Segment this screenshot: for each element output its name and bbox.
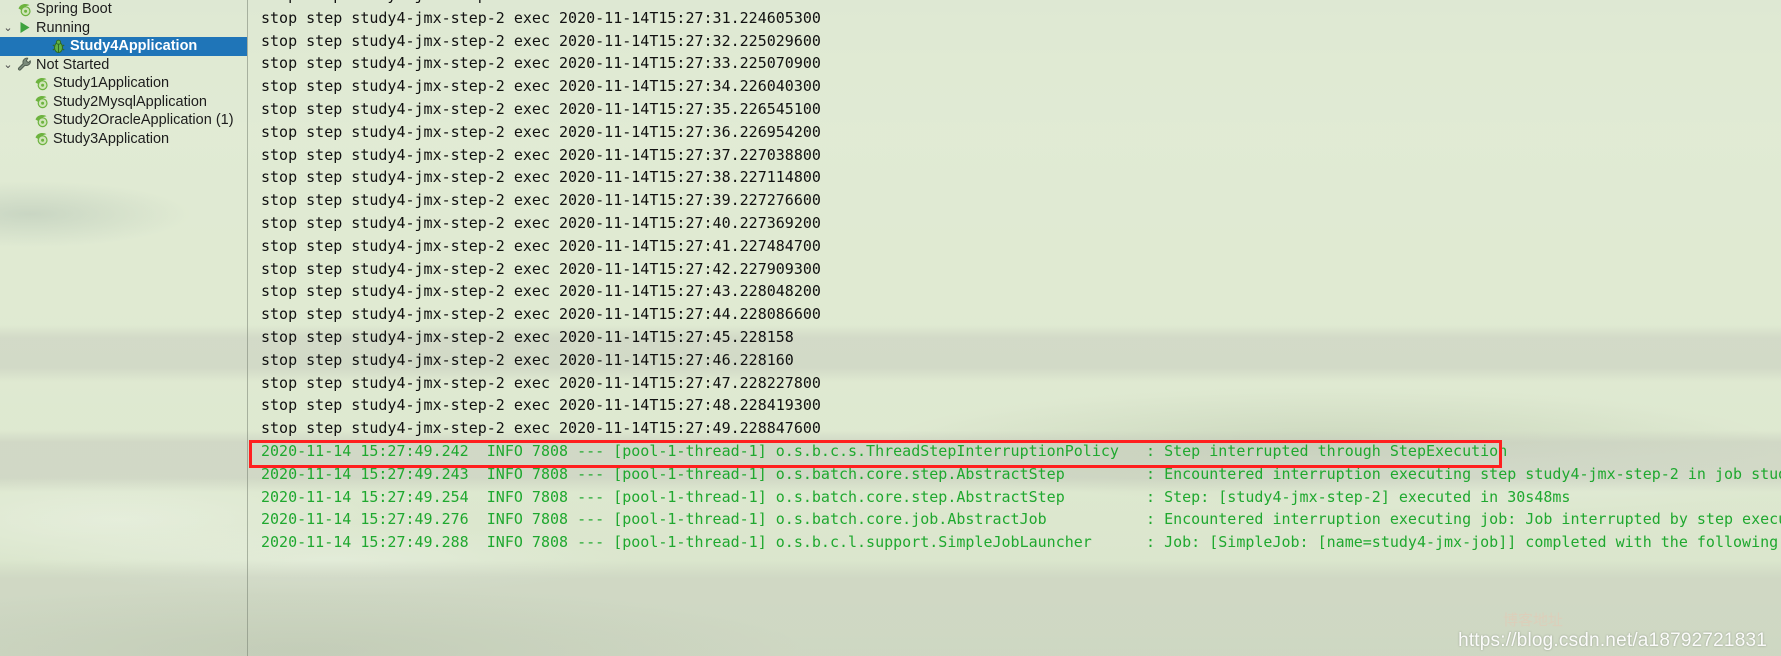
log-line-stdout: stop step study4-jmx-step-2 exec 2020-11… [261, 350, 794, 369]
log-line-stdout: stop step study4-jmx-step-2 exec 2020-11… [261, 122, 821, 141]
log-line-stdout: stop step study4-jmx-step-2 exec 2020-11… [261, 305, 821, 324]
chevron-down-icon[interactable]: ⌄ [0, 56, 16, 75]
sidebar-item-study4application[interactable]: Study4Application [0, 37, 247, 56]
console-output-panel[interactable]: stop step study4-jmx-step-2 exec 2020-11… [249, 0, 1781, 656]
spring-leaf-icon [33, 93, 50, 110]
log-line-info: 2020-11-14 15:27:49.288 INFO 7808 --- [p… [261, 533, 1781, 552]
sidebar-item-label: Running [36, 19, 91, 36]
log-line-stdout: stop step study4-jmx-step-2 exec 2020-11… [261, 373, 821, 392]
log-line-stdout: stop step study4-jmx-step-2 exec 2020-11… [261, 77, 821, 96]
sidebar-item-study2mysqlapplication[interactable]: Study2MysqlApplication [0, 93, 247, 112]
sidebar-item-label: Study1Application [53, 75, 170, 91]
log-line-stdout: stop step study4-jmx-step-2 exec 2020-11… [261, 419, 821, 438]
watermark-cn-text: 博客地址 [1502, 612, 1563, 629]
log-line-info: 2020-11-14 15:27:49.243 INFO 7808 --- [p… [261, 464, 1781, 483]
sidebar-item-spring-boot[interactable]: Spring Boot [0, 0, 247, 19]
log-line-stdout: stop step study4-jmx-step-2 exec 2020-11… [261, 99, 821, 118]
spring-boot-dashboard-tree: Spring Boot ⌄ Running Study4Application ⌄ Not… [0, 0, 248, 656]
sidebar-item-running[interactable]: ⌄ Running [0, 19, 247, 38]
log-line-stdout: stop step study4-jmx-step-2 exec 2020-11… [261, 0, 1781, 7]
csdn-watermark: https://blog.csdn.net/a18792721831 [1458, 630, 1767, 651]
log-line-info: 2020-11-14 15:27:49.242 INFO 7808 --- [p… [261, 441, 1508, 460]
chevron-down-icon[interactable]: ⌄ [0, 19, 16, 38]
log-line-info: 2020-11-14 15:27:49.254 INFO 7808 --- [p… [261, 487, 1571, 506]
sidebar-item-label: Study4Application [70, 38, 198, 54]
sidebar-item-study3application[interactable]: Study3Application [0, 130, 247, 149]
ide-window: Spring Boot ⌄ Running Study4Application ⌄ Not… [0, 0, 1781, 656]
log-line-stdout: stop step study4-jmx-step-2 exec 2020-11… [261, 145, 821, 164]
log-line-stdout: stop step study4-jmx-step-2 exec 2020-11… [261, 191, 821, 210]
wrench-icon [16, 56, 33, 73]
log-line-stdout: stop step study4-jmx-step-2 exec 2020-11… [261, 31, 821, 50]
sidebar-item-study1application[interactable]: Study1Application [0, 74, 247, 93]
spring-leaf-icon [33, 112, 50, 129]
sidebar-item-not-started[interactable]: ⌄ Not Started [0, 56, 247, 75]
bug-icon [50, 38, 67, 55]
log-line-stdout: stop step study4-jmx-step-2 exec 2020-11… [261, 8, 821, 27]
spring-leaf-icon [33, 75, 50, 92]
log-line-info: 2020-11-14 15:27:49.276 INFO 7808 --- [p… [261, 510, 1781, 529]
sidebar-item-label: Spring Boot [36, 1, 112, 17]
sidebar-item-study2oracleapplication-1[interactable]: Study2OracleApplication (1) [0, 111, 247, 130]
log-line-stdout: stop step study4-jmx-step-2 exec 2020-11… [261, 259, 821, 278]
sidebar-item-label: Not Started [36, 56, 110, 73]
sidebar-item-label: Study2MysqlApplication [53, 93, 207, 110]
log-line-stdout: stop step study4-jmx-step-2 exec 2020-11… [261, 213, 821, 232]
log-line-stdout: stop step study4-jmx-step-2 exec 2020-11… [261, 327, 794, 346]
log-line-stdout: stop step study4-jmx-step-2 exec 2020-11… [261, 54, 821, 73]
run-play-icon [16, 19, 33, 36]
log-line-stdout: stop step study4-jmx-step-2 exec 2020-11… [261, 396, 821, 415]
log-line-stdout: stop step study4-jmx-step-2 exec 2020-11… [261, 236, 821, 255]
sidebar-item-label: Study3Application [53, 130, 170, 147]
log-line-stdout: stop step study4-jmx-step-2 exec 2020-11… [261, 168, 821, 187]
sidebar-item-label: Study2OracleApplication (1) [53, 112, 234, 128]
spring-leaf-icon [33, 130, 50, 147]
spring-leaf-icon [16, 1, 33, 18]
console-lines: stop step study4-jmx-step-2 exec 2020-11… [261, 0, 1781, 554]
log-line-stdout: stop step study4-jmx-step-2 exec 2020-11… [261, 282, 821, 301]
